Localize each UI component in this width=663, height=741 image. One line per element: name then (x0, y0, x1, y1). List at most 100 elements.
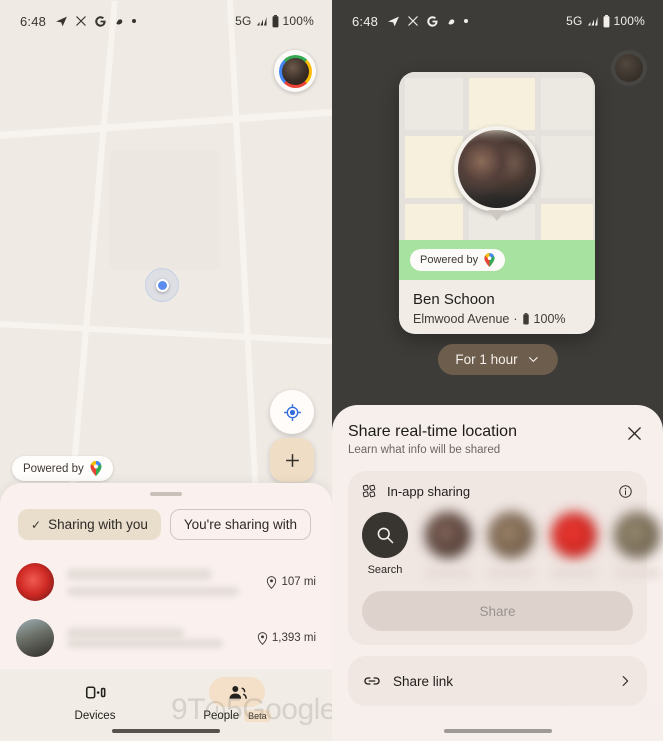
distance-label: 1,393 mi (271, 632, 316, 644)
search-contacts-button[interactable]: Search (362, 512, 408, 576)
contact-name-redacted (614, 568, 660, 578)
location-preview-card[interactable]: Powered by Ben Schoon Elmwood Avenue · 1… (399, 72, 595, 334)
chevron-down-icon (527, 353, 540, 366)
signal-icon (255, 15, 268, 27)
chip-label: Sharing with you (48, 517, 148, 532)
status-time: 6:48 (20, 13, 47, 29)
location-dot-core (156, 279, 169, 292)
share-link-label: Share link (393, 673, 454, 689)
signal-icon (586, 15, 599, 27)
contact-name-redacted (425, 568, 471, 578)
marker-tip (488, 210, 506, 221)
people-bottom-sheet: ✓ Sharing with you You're sharing with 1… (0, 483, 332, 741)
map-road (0, 107, 332, 140)
chevron-right-icon (618, 674, 632, 688)
person-detail-redacted (67, 586, 239, 596)
search-icon (362, 512, 408, 558)
devices-icon (85, 682, 106, 703)
battery-percent: 100% (613, 14, 645, 28)
battery-percent: 100% (282, 14, 314, 28)
nav-pill (67, 677, 123, 707)
nav-pill-active (209, 677, 265, 707)
filter-chip-row: ✓ Sharing with you You're sharing with (0, 496, 332, 540)
account-avatar-button[interactable] (274, 50, 316, 92)
share-sheet-header: Share real-time location Learn what info… (348, 423, 647, 456)
app-icon (114, 16, 125, 27)
card-map (399, 72, 595, 240)
avatar (551, 512, 597, 558)
marker-photo (458, 130, 536, 208)
nav-item-devices[interactable]: Devices (52, 677, 138, 722)
google-maps-pin-icon (90, 461, 102, 476)
share-sheet-subtitle[interactable]: Learn what info will be shared (348, 444, 517, 456)
location-pin-icon (266, 575, 277, 589)
person-distance: 107 mi (266, 575, 316, 589)
address-label: Elmwood Avenue (413, 312, 510, 326)
share-button[interactable]: Share (362, 591, 633, 631)
avatar (16, 619, 54, 657)
recenter-location-button[interactable] (270, 390, 314, 434)
nav-label-text: Devices (74, 710, 116, 722)
status-time: 6:48 (352, 13, 379, 29)
info-icon[interactable] (618, 484, 633, 499)
home-indicator (112, 729, 220, 733)
person-name-redacted (67, 628, 184, 639)
chip-sharing-with-you[interactable]: ✓ Sharing with you (18, 509, 161, 540)
add-button[interactable] (270, 438, 314, 482)
list-item[interactable]: 107 mi (16, 554, 316, 610)
bottom-navigation: Devices People Beta (0, 669, 332, 741)
dual-screenshot-container: 6:48 5G 100% Powered by ✓ Sharing with y… (0, 0, 663, 741)
battery-percent: 100% (533, 312, 566, 326)
share-sheet-title: Share real-time location (348, 423, 517, 440)
status-bar: 6:48 5G 100% (332, 0, 663, 42)
x-icon (407, 15, 419, 27)
list-item[interactable]: 1,393 mi (16, 610, 316, 666)
powered-by-chip[interactable]: Powered by (12, 456, 113, 481)
person-subtitle: Elmwood Avenue · 100% (413, 312, 581, 326)
avatar (615, 54, 643, 82)
chip-label: You're sharing with (183, 517, 298, 532)
chip-youre-sharing-with[interactable]: You're sharing with (169, 509, 312, 540)
duration-selector[interactable]: For 1 hour (437, 344, 558, 375)
telegram-icon (55, 15, 68, 28)
google-icon (94, 15, 107, 28)
x-icon (75, 15, 87, 27)
link-icon (363, 672, 381, 690)
contact-item[interactable] (425, 512, 471, 578)
avatar (614, 512, 660, 558)
google-icon (426, 15, 439, 28)
account-avatar-button[interactable] (611, 50, 647, 86)
status-bar-right: 5G 100% (566, 14, 645, 28)
map-road (0, 320, 332, 346)
nav-item-people[interactable]: People Beta (194, 677, 280, 722)
share-button-label: Share (479, 603, 516, 619)
nav-label: Devices (75, 710, 116, 722)
contact-item[interactable] (488, 512, 534, 578)
powered-by-chip[interactable]: Powered by (410, 249, 506, 271)
google-maps-pin-icon (484, 253, 495, 267)
person-meta (67, 568, 253, 596)
avatar (425, 512, 471, 558)
dot-icon (132, 19, 137, 23)
network-label: 5G (235, 14, 252, 28)
network-label: 5G (566, 14, 583, 28)
status-bar-right: 5G 100% (235, 14, 314, 28)
close-icon[interactable] (622, 423, 647, 444)
search-label: Search (367, 564, 403, 576)
people-list: 107 mi 1,393 mi (0, 540, 332, 666)
map-road (226, 0, 260, 500)
google-account-ring (278, 54, 312, 88)
contact-item[interactable] (614, 512, 660, 578)
contact-item[interactable] (551, 512, 597, 578)
nav-label-text: People (203, 710, 240, 722)
status-bar-left: 6:48 (20, 13, 137, 29)
check-icon: ✓ (31, 517, 42, 532)
person-name: Ben Schoon (413, 291, 495, 308)
duration-label: For 1 hour (455, 352, 518, 367)
battery-icon (271, 14, 280, 28)
powered-by-label: Powered by (23, 462, 84, 475)
telegram-icon (387, 15, 400, 28)
map-block (110, 150, 220, 270)
share-link-row[interactable]: Share link (348, 656, 647, 706)
person-name-redacted (67, 568, 213, 580)
